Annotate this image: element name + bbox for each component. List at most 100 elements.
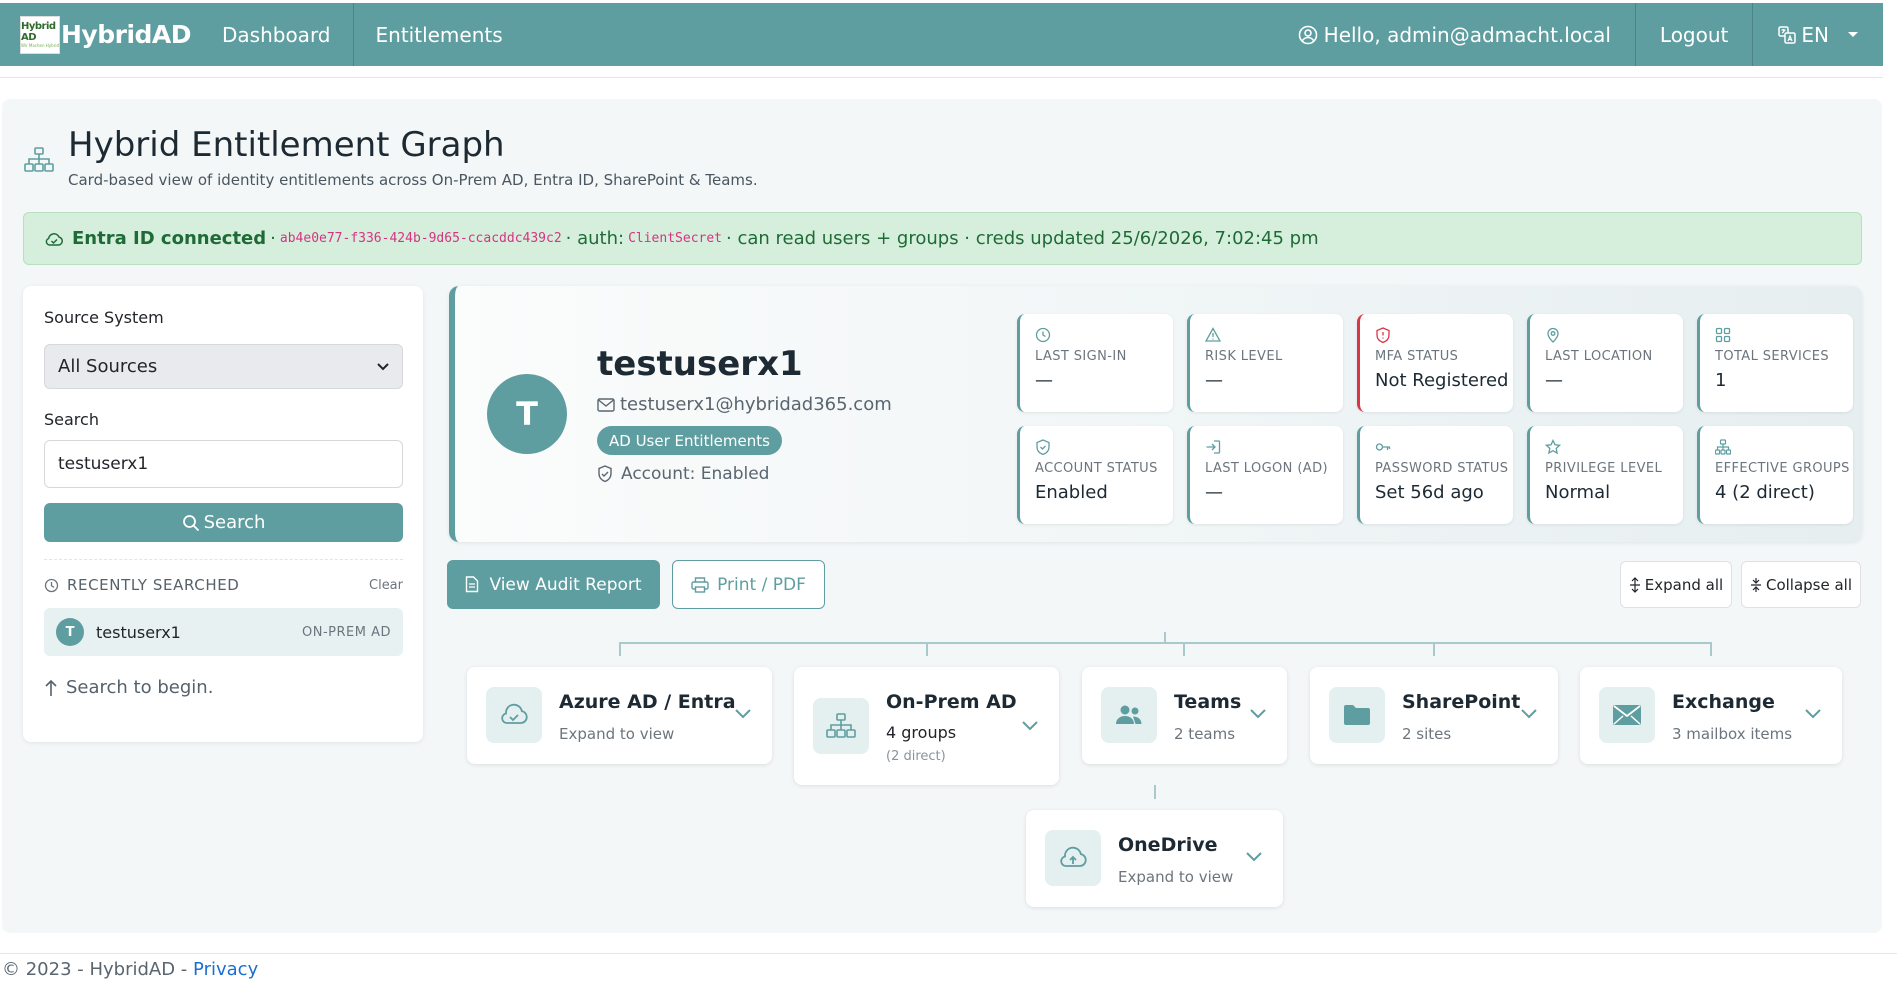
chevron-down-icon[interactable]	[1804, 707, 1822, 719]
graph-connector	[619, 642, 621, 656]
account-status-line: Account: Enabled	[597, 464, 769, 484]
view-audit-report-button[interactable]: View Audit Report	[447, 560, 660, 609]
location-pin-icon	[1545, 327, 1683, 343]
user-email-text: testuserx1@hybridad365.com	[620, 394, 892, 415]
stat-card: Last Logon (AD) —	[1187, 426, 1343, 524]
stat-value: —	[1205, 370, 1223, 391]
shield-check-icon	[597, 465, 613, 483]
stat-label: MFA Status	[1375, 349, 1459, 364]
search-icon	[182, 514, 200, 532]
expand-all-button[interactable]: Expand all	[1620, 561, 1732, 608]
nav-link-dashboard[interactable]: Dashboard	[200, 3, 354, 66]
arrow-up-icon	[44, 679, 58, 697]
hierarchy-icon	[24, 147, 54, 173]
card-group-count: 4 groups	[886, 723, 957, 742]
auth-label: · auth:	[565, 228, 625, 249]
footer-divider	[0, 953, 1897, 954]
chevron-down-icon[interactable]	[1249, 707, 1267, 719]
hierarchy-icon	[1715, 439, 1853, 455]
onedrive-card[interactable]: OneDrive Expand to view	[1026, 810, 1283, 907]
chevron-down-icon[interactable]	[734, 707, 752, 719]
logout-link[interactable]: Logout	[1634, 3, 1752, 66]
grid-icon	[1715, 327, 1853, 343]
stat-label: Last Sign-In	[1035, 349, 1127, 364]
user-greeting[interactable]: Hello, admin@admacht.local	[1274, 3, 1635, 66]
envelope-icon	[1599, 687, 1655, 743]
recent-search-item[interactable]: T testuserx1 ON-PREM AD	[44, 608, 403, 656]
page-header: Hybrid Entitlement Graph Card-based view…	[24, 125, 758, 189]
graph-connector	[1710, 642, 1712, 656]
collapse-icon	[1750, 577, 1762, 593]
stat-label: Last Logon (AD)	[1205, 461, 1328, 476]
tenant-id: ab4e0e77-f336-424b-9d65-ccacddc439c2	[279, 231, 562, 246]
on-prem-ad-card[interactable]: On-Prem AD 4 groups (2 direct)	[794, 667, 1059, 785]
account-status-text: Account: Enabled	[621, 464, 770, 484]
user-circle-icon	[1298, 25, 1318, 45]
search-label: Search	[44, 410, 99, 429]
star-icon	[1545, 439, 1683, 455]
stat-label: Account Status	[1035, 461, 1158, 476]
card-subtitle: 2 teams	[1174, 725, 1236, 743]
caret-down-icon	[1847, 31, 1859, 39]
stat-card: Last Sign-In —	[1017, 314, 1173, 412]
language-dropdown[interactable]: EN	[1752, 3, 1883, 66]
source-system-select[interactable]: All Sources	[44, 344, 403, 389]
card-title: Teams	[1174, 691, 1242, 713]
stat-card: Account Status Enabled	[1017, 426, 1173, 524]
search-button[interactable]: Search	[44, 503, 403, 542]
stat-label: Total Services	[1715, 349, 1830, 364]
shield-check-icon	[1035, 439, 1173, 455]
page-title: Hybrid Entitlement Graph	[68, 125, 505, 165]
clear-recent-button[interactable]: Clear	[369, 578, 403, 593]
recent-searches-title: RECENTLY SEARCHED	[67, 576, 240, 594]
recent-searches-header: RECENTLY SEARCHED Clear	[44, 576, 403, 594]
card-subtitle: Expand to view	[1118, 868, 1234, 886]
stat-card: Total Services 1	[1697, 314, 1853, 412]
chevron-down-icon[interactable]	[1520, 707, 1538, 719]
auth-value: ClientSecret	[628, 231, 722, 246]
chevron-down-icon[interactable]	[1245, 850, 1263, 862]
cloud-check-icon	[486, 687, 542, 743]
recent-item-name: testuserx1	[96, 622, 181, 642]
azure-ad-card[interactable]: Azure AD / Entra Expand to view	[467, 667, 772, 764]
source-system-label: Source System	[44, 308, 164, 327]
exchange-card[interactable]: Exchange 3 mailbox items	[1580, 667, 1842, 764]
search-button-label: Search	[203, 512, 266, 533]
page-subtitle: Card-based view of identity entitlements…	[68, 171, 758, 189]
search-input[interactable]: testuserx1	[44, 440, 403, 488]
stat-value: 4 (2 direct)	[1715, 482, 1815, 503]
print-pdf-button[interactable]: Print / PDF	[672, 560, 825, 609]
teams-card[interactable]: Teams 2 teams	[1082, 667, 1287, 764]
navbar-divider	[0, 77, 1883, 78]
separator: ·	[270, 228, 276, 249]
top-navbar: Hybrid AD Wir Machen Hybrid HybridAD Das…	[0, 3, 1883, 66]
footer-copyright: © 2023 - HybridAD -	[2, 959, 188, 980]
graph-connector	[1164, 632, 1166, 644]
collapse-all-button[interactable]: Collapse all	[1741, 561, 1861, 608]
divider	[44, 559, 403, 560]
privacy-link[interactable]: Privacy	[193, 959, 258, 980]
chevron-down-icon[interactable]	[1021, 719, 1039, 731]
card-title: On-Prem AD	[886, 691, 1017, 713]
expand-icon	[1629, 576, 1641, 593]
brand-name[interactable]: HybridAD	[61, 20, 192, 49]
brand[interactable]: Hybrid AD Wir Machen Hybrid HybridAD	[20, 15, 200, 54]
folder-icon	[1329, 687, 1385, 743]
card-subtitle: 2 sites	[1402, 725, 1452, 743]
language-label: EN	[1801, 22, 1829, 47]
card-title: SharePoint	[1402, 691, 1521, 713]
user-email: testuserx1@hybridad365.com	[597, 394, 892, 415]
history-icon	[44, 578, 59, 593]
nav-link-entitlements[interactable]: Entitlements	[354, 3, 525, 66]
key-icon	[1375, 439, 1513, 455]
print-button-label: Print / PDF	[717, 574, 806, 595]
greeting-text: Hello, admin@admacht.local	[1323, 22, 1611, 47]
stat-label: Privilege Level	[1545, 461, 1663, 476]
stat-value: 1	[1715, 370, 1727, 391]
stat-value: Enabled	[1035, 482, 1108, 503]
people-icon	[1101, 687, 1157, 743]
graph-connector	[926, 642, 928, 656]
sharepoint-card[interactable]: SharePoint 2 sites	[1310, 667, 1558, 764]
stat-label: Effective Groups	[1715, 461, 1850, 476]
stat-value: Not Registered	[1375, 370, 1509, 391]
